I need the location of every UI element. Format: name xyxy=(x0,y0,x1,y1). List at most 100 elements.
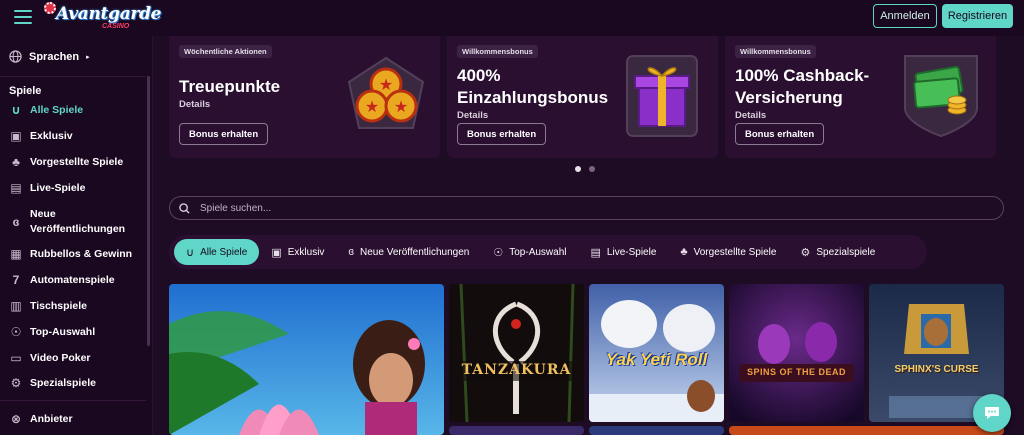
carousel-dot[interactable] xyxy=(589,166,595,172)
game-tile-yak-yeti-roll[interactable]: Yak Yeti Roll xyxy=(589,284,724,422)
provider-icon: ⊗ xyxy=(10,412,22,426)
promo-card-deposit-bonus[interactable]: Willkommensbonus 400% Einzahlungsbonus D… xyxy=(447,36,718,158)
promo-details-link[interactable]: Details xyxy=(457,110,488,121)
promo-card-cashback[interactable]: Willkommensbonus 100% Cashback- Versiche… xyxy=(725,36,996,158)
tab-new-releases[interactable]: ɞ Neue Veröffentlichungen xyxy=(336,239,481,265)
game-artwork xyxy=(169,284,444,435)
get-bonus-button[interactable]: Bonus erhalten xyxy=(179,123,269,145)
logo-subtext: CASINO xyxy=(102,23,130,30)
sidebar-item-label: Spezialspiele xyxy=(30,377,96,389)
game-artwork xyxy=(729,284,864,422)
coins-icon: ★ ★ ★ xyxy=(347,56,425,129)
horseshoe-icon: ∪ xyxy=(11,103,21,117)
sidebar-item-slots[interactable]: 7 Automatenspiele xyxy=(9,273,147,287)
gear-icon: ⚙ xyxy=(800,246,811,259)
live-chat-button[interactable] xyxy=(973,394,1011,432)
divider xyxy=(0,76,146,77)
poker-icon: ▭ xyxy=(10,351,22,365)
game-title: TANZAKURA xyxy=(461,362,572,378)
sidebar-item-providers[interactable]: ⊗ Anbieter xyxy=(9,412,147,426)
game-tile-spins-of-the-dead[interactable]: SPINS OF THE DEAD xyxy=(729,284,864,422)
games-section-heading: Spiele xyxy=(9,85,42,97)
get-bonus-button[interactable]: Bonus erhalten xyxy=(735,123,825,145)
gift-icon xyxy=(626,55,698,137)
logo-text: Avantgarde xyxy=(56,4,162,24)
medal-icon: ☉ xyxy=(493,246,504,259)
carousel-dot-active[interactable] xyxy=(575,166,581,172)
svg-text:★: ★ xyxy=(379,75,393,94)
promo-title: Treuepunkte xyxy=(179,77,281,96)
tab-top-picks[interactable]: ☉ Top-Auswahl xyxy=(481,239,578,265)
promo-details-link[interactable]: Details xyxy=(735,110,766,121)
sidebar-item-all-games[interactable]: ∪ Alle Spiele xyxy=(9,103,147,117)
tab-featured[interactable]: ♣ Vorgestellte Spiele xyxy=(668,239,788,265)
cherry-icon: ɞ xyxy=(12,215,20,229)
game-tile[interactable] xyxy=(589,426,724,435)
game-title: Yak Yeti Roll xyxy=(605,350,708,369)
language-selector[interactable]: Sprachen ▸ xyxy=(9,50,90,63)
tab-live-games[interactable]: ▤ Live-Spiele xyxy=(579,239,669,265)
sidebar-scrollbar[interactable] xyxy=(147,76,150,346)
film-icon: ▣ xyxy=(10,129,22,143)
tab-label: Neue Veröffentlichungen xyxy=(360,246,470,258)
cards-icon: ▤ xyxy=(590,246,601,259)
game-tile[interactable] xyxy=(729,426,1004,435)
globe-icon xyxy=(9,50,22,63)
ticket-icon: ▦ xyxy=(10,247,22,261)
film-icon: ▣ xyxy=(271,246,282,259)
clover-icon: ♣ xyxy=(12,155,20,169)
sidebar-item-label: Exklusiv xyxy=(30,130,73,142)
sidebar-item-label: Rubbellos & Gewinn xyxy=(30,248,133,260)
sidebar-item-live[interactable]: ▤ Live-Spiele xyxy=(9,181,147,195)
tab-exclusive[interactable]: ▣ Exklusiv xyxy=(259,239,336,265)
tab-label: Top-Auswahl xyxy=(509,246,567,258)
sidebar-item-label: Vorgestellte Spiele xyxy=(30,156,124,168)
cash-icon xyxy=(904,55,978,138)
sidebar-item-video-poker[interactable]: ▭ Video Poker xyxy=(9,351,147,365)
promo-tag: Willkommensbonus xyxy=(735,45,816,58)
language-label: Sprachen xyxy=(29,50,80,63)
get-bonus-button[interactable]: Bonus erhalten xyxy=(457,123,547,145)
svg-text:★: ★ xyxy=(365,97,379,116)
promo-tag: Wöchentliche Aktionen xyxy=(179,45,272,58)
search-input[interactable] xyxy=(200,202,980,214)
promo-card-loyalty[interactable]: Wöchentliche Aktionen Treuepunkte Detail… xyxy=(169,36,440,158)
gear-icon: ⚙ xyxy=(10,376,22,390)
tab-label: Spezialspiele xyxy=(816,246,876,258)
promo-title-line2: Einzahlungsbonus xyxy=(457,88,609,107)
sidebar-item-label: Top-Auswahl xyxy=(30,326,96,338)
game-tile-lotus[interactable] xyxy=(169,284,444,435)
sidebar-item-label: Anbieter xyxy=(30,413,73,425)
register-button[interactable]: Registrieren xyxy=(942,4,1013,28)
sidebar-item-scratch[interactable]: ▦ Rubbellos & Gewinn xyxy=(9,247,147,261)
sidebar-item-featured[interactable]: ♣ Vorgestellte Spiele xyxy=(9,155,147,169)
tab-all-games[interactable]: ∪ Alle Spiele xyxy=(174,239,260,265)
divider xyxy=(0,400,146,401)
table-icon: ▥ xyxy=(10,299,22,313)
tab-specialty[interactable]: ⚙ Spezialspiele xyxy=(788,239,887,265)
sidebar-item-exclusive[interactable]: ▣ Exklusiv xyxy=(9,129,147,143)
top-header: Avantgarde CASINO Anmelden Registrieren xyxy=(0,0,1024,36)
promo-title-line2: Versicherung xyxy=(735,88,843,107)
cherry-icon: ɞ xyxy=(348,246,355,258)
sidebar-item-specialty[interactable]: ⚙ Spezialspiele xyxy=(9,376,147,390)
sidebar-item-label: Alle Spiele xyxy=(30,104,84,116)
sidebar-item-top-picks[interactable]: ☉ Top-Auswahl xyxy=(9,325,147,339)
clover-icon: ♣ xyxy=(680,246,688,258)
sidebar-item-table[interactable]: ▥ Tischspiele xyxy=(9,299,147,313)
svg-text:★: ★ xyxy=(394,97,408,116)
casino-chip-icon xyxy=(44,2,56,14)
login-button[interactable]: Anmelden xyxy=(873,4,937,28)
game-search-bar[interactable] xyxy=(169,196,1004,220)
sidebar-item-label: Automatenspiele xyxy=(30,274,115,286)
cards-icon: ▤ xyxy=(10,181,22,195)
hamburger-menu-icon[interactable] xyxy=(14,10,32,24)
game-tile[interactable] xyxy=(449,426,584,435)
game-tile-tanzakura[interactable]: TANZAKURA xyxy=(449,284,584,422)
sidebar-item-label: Live-Spiele xyxy=(30,182,86,194)
site-logo[interactable]: Avantgarde CASINO xyxy=(44,2,161,34)
sidebar-item-new-releases[interactable]: ɞ Neue Veröffentlichungen xyxy=(9,207,147,237)
promo-details-link[interactable]: Details xyxy=(179,99,210,110)
tab-label: Alle Spiele xyxy=(200,246,248,258)
caret-right-icon: ▸ xyxy=(86,53,90,61)
